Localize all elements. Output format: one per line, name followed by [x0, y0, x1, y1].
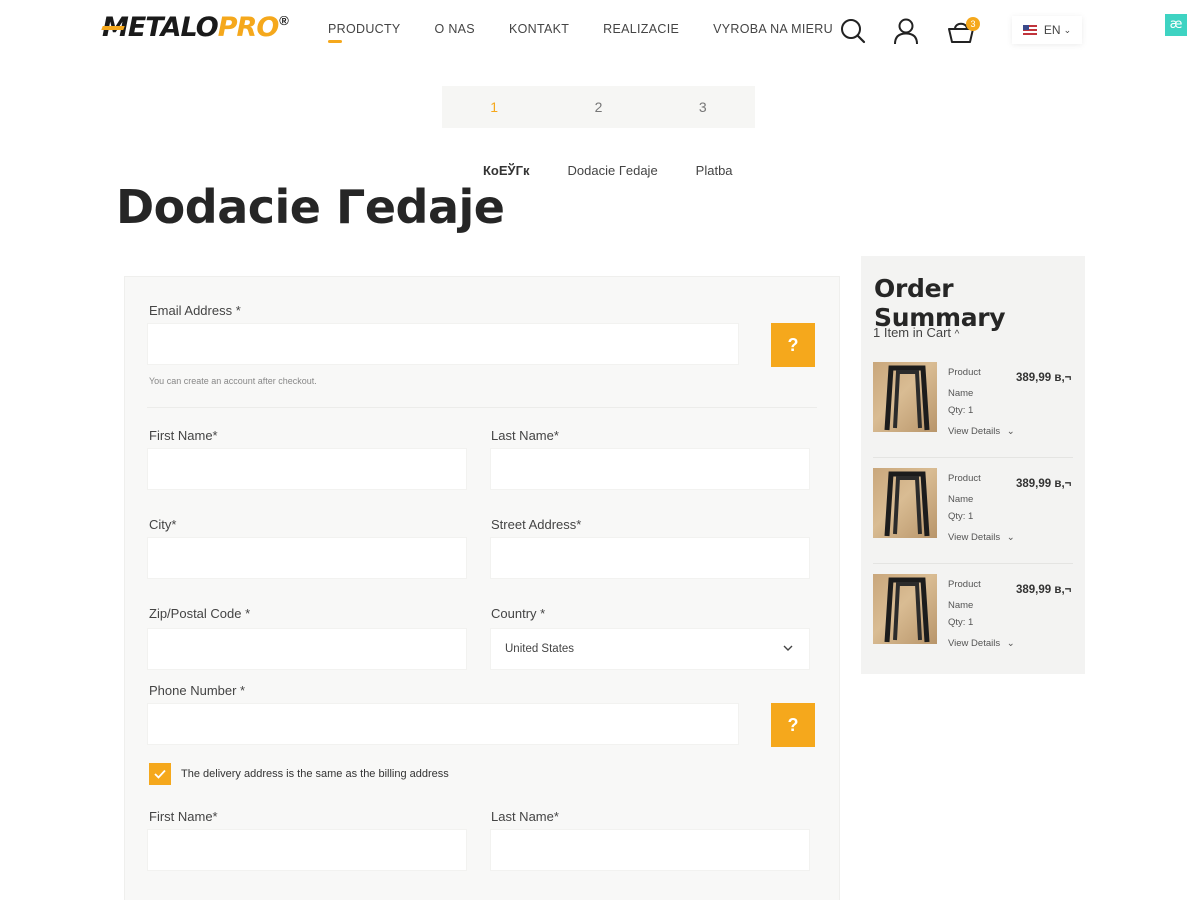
- product-name: Product Name: [948, 579, 981, 611]
- product-qty: Qty: 1: [948, 511, 974, 522]
- subtab-cart[interactable]: КоЕЎГк: [483, 163, 530, 178]
- logo[interactable]: METALO PRO ®: [101, 12, 289, 44]
- delivery-last-name-label: Last Name*: [491, 809, 559, 824]
- chevron-down-icon: ⌄: [1063, 24, 1072, 35]
- delivery-last-name-field[interactable]: [490, 829, 810, 871]
- email-hint: You can create an account after checkout…: [149, 376, 317, 386]
- country-value: United States: [505, 643, 575, 655]
- same-address-label: The delivery address is the same as the …: [181, 768, 449, 780]
- street-address-label: Street Address*: [491, 517, 582, 532]
- same-address-checkbox[interactable]: [149, 763, 171, 785]
- product-thumbnail[interactable]: [873, 362, 937, 432]
- items-in-cart-label: 1 Item in Cart: [873, 325, 952, 340]
- last-name-label: Last Name*: [491, 428, 559, 443]
- product-qty: Qty: 1: [948, 405, 974, 416]
- view-details-toggle[interactable]: View Details ⌄: [948, 638, 1015, 649]
- first-name-label: First Name*: [149, 428, 218, 443]
- checkout-steps: 1 2 3: [442, 86, 755, 128]
- product-name: Product Name: [948, 367, 981, 399]
- cart-item: Product Name Qty: 1 View Details ⌄ 389,9…: [873, 468, 1073, 564]
- flag-icon: [1022, 25, 1037, 35]
- table-leg-image: [884, 365, 930, 431]
- product-thumbnail[interactable]: [873, 574, 937, 644]
- user-icon[interactable]: [893, 17, 919, 45]
- product-price: 389,99 в,¬: [1016, 584, 1072, 596]
- step-3[interactable]: 3: [651, 86, 755, 128]
- shipping-form: Email Address * ? You can create an acco…: [124, 276, 840, 900]
- nav-item-realizacie[interactable]: REALIZACIE: [603, 22, 679, 36]
- chevron-down-icon: ⌄: [1006, 532, 1015, 543]
- city-label: City*: [149, 517, 177, 532]
- step-1[interactable]: 1: [442, 86, 546, 128]
- site-header: METALO PRO ® PRODUCTY O NAS KONTAKT REAL…: [0, 0, 1200, 60]
- email-field[interactable]: [147, 323, 739, 365]
- cart-count-badge: 3: [966, 17, 980, 31]
- nav-item-vyroba-na-mieru[interactable]: VYROBA NA MIERU: [713, 22, 833, 36]
- logo-accent-bar: [101, 26, 125, 30]
- phone-help-button[interactable]: ?: [771, 703, 815, 747]
- view-details-toggle[interactable]: View Details ⌄: [948, 426, 1015, 437]
- email-help-button[interactable]: ?: [771, 323, 815, 367]
- item-divider: [873, 563, 1073, 564]
- logo-registered-mark: ®: [279, 13, 289, 28]
- first-name-field[interactable]: [147, 448, 467, 490]
- checkout-subtabs: КоЕЎГк Dodacie Гedaje Platba: [483, 163, 771, 178]
- extension-badge[interactable]: æ: [1165, 14, 1187, 36]
- form-divider: [147, 407, 817, 408]
- chevron-down-icon: ⌄: [1006, 426, 1015, 437]
- view-details-toggle[interactable]: View Details ⌄: [948, 532, 1015, 543]
- product-thumbnail[interactable]: [873, 468, 937, 538]
- product-price: 389,99 в,¬: [1016, 478, 1072, 490]
- delivery-first-name-label: First Name*: [149, 809, 218, 824]
- chevron-up-icon: ^: [954, 329, 960, 340]
- street-address-field[interactable]: [490, 537, 810, 579]
- search-icon[interactable]: [840, 18, 866, 44]
- subtab-payment[interactable]: Platba: [696, 163, 733, 178]
- country-label: Country *: [491, 606, 546, 621]
- chevron-down-icon: ⌄: [1006, 638, 1015, 649]
- items-in-cart-toggle[interactable]: 1 Item in Cart ^: [873, 325, 959, 340]
- nav-item-o-nas[interactable]: O NAS: [435, 22, 475, 36]
- view-details-label: View Details: [948, 638, 1001, 649]
- city-field[interactable]: [147, 537, 467, 579]
- country-select[interactable]: United States: [490, 628, 810, 670]
- last-name-field[interactable]: [490, 448, 810, 490]
- language-label: EN: [1043, 23, 1061, 37]
- delivery-first-name-field[interactable]: [147, 829, 467, 871]
- order-summary-title: Order Summary: [874, 274, 1006, 332]
- logo-pro: PRO: [217, 12, 280, 43]
- zip-label: Zip/Postal Code *: [149, 606, 251, 621]
- cart-item: Product Name Qty: 1 View Details ⌄ 389,9…: [873, 574, 1073, 670]
- phone-label: Phone Number *: [149, 683, 246, 698]
- view-details-label: View Details: [948, 426, 1001, 437]
- check-icon: [154, 769, 166, 779]
- email-label: Email Address *: [149, 303, 241, 318]
- nav-item-kontakt[interactable]: KONTAKT: [509, 22, 569, 36]
- table-leg-image: [884, 471, 930, 537]
- main-nav: PRODUCTY O NAS KONTAKT REALIZACIE VYROBA…: [328, 22, 867, 43]
- item-divider: [873, 457, 1073, 458]
- page-title: Dodacie Гedaje: [116, 180, 505, 234]
- cart-item: Product Name Qty: 1 View Details ⌄ 389,9…: [873, 362, 1073, 458]
- language-selector[interactable]: EN ⌄: [1012, 16, 1082, 44]
- product-price: 389,99 в,¬: [1016, 372, 1072, 384]
- chevron-down-icon: [783, 645, 793, 651]
- phone-field[interactable]: [147, 703, 739, 745]
- product-name: Product Name: [948, 473, 981, 505]
- subtab-shipping[interactable]: Dodacie Гedaje: [568, 163, 658, 178]
- view-details-label: View Details: [948, 532, 1001, 543]
- table-leg-image: [884, 577, 930, 643]
- order-summary: Order Summary 1 Item in Cart ^ Product N…: [861, 256, 1085, 674]
- step-2[interactable]: 2: [546, 86, 650, 128]
- zip-field[interactable]: [147, 628, 467, 670]
- nav-item-producty[interactable]: PRODUCTY: [328, 22, 401, 43]
- product-qty: Qty: 1: [948, 617, 974, 628]
